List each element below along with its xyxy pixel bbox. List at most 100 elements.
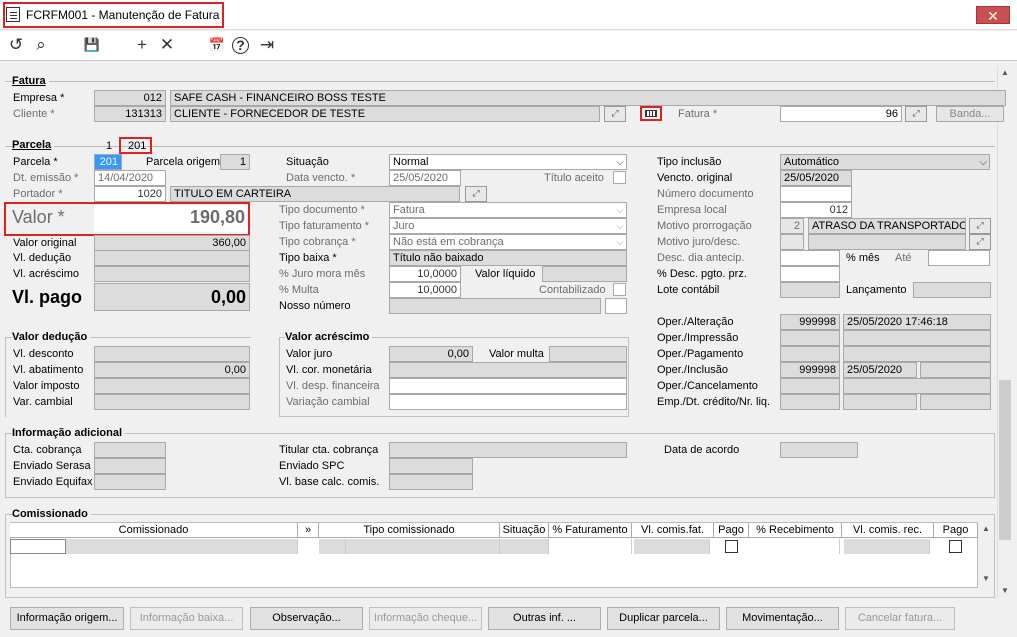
- empresa-code-field[interactable]: 012: [94, 90, 166, 106]
- info-baixa-button[interactable]: Informação baixa...: [130, 607, 243, 630]
- col-pct-recebimento[interactable]: % Recebimento: [749, 523, 842, 538]
- cancel-icon[interactable]: ✕: [156, 34, 178, 56]
- duplicar-parcela-button[interactable]: Duplicar parcela...: [607, 607, 720, 630]
- oper-alteracao-date: 25/05/2020 17:46:18: [843, 314, 991, 330]
- vl-pago-field: 0,00: [94, 283, 250, 311]
- emissao-field[interactable]: 14/04/2020: [94, 170, 166, 186]
- search-icon[interactable]: ⌕: [30, 34, 52, 56]
- variacao-cambial-field[interactable]: [389, 394, 627, 410]
- pct-faturamento-cell[interactable]: [549, 539, 632, 554]
- multa-label: % Multa: [279, 284, 319, 296]
- cliente-lookup-button[interactable]: ⤢: [604, 106, 626, 122]
- oper-cancelamento-date: [843, 378, 991, 394]
- numero-doc-field[interactable]: [780, 186, 852, 202]
- exit-icon[interactable]: ⇥: [256, 34, 278, 56]
- oper-pagamento-label: Oper./Pagamento: [657, 348, 744, 360]
- desc-antecip-field[interactable]: [780, 250, 840, 266]
- cancelar-fatura-button[interactable]: Cancelar fatura...: [845, 607, 955, 630]
- help-icon[interactable]: ?: [232, 37, 249, 54]
- motivo-prorr-code-field[interactable]: 2: [780, 218, 804, 234]
- situacao-select[interactable]: Normal ⌵: [389, 154, 627, 170]
- motivo-juro-lookup-button[interactable]: ⤢: [969, 234, 991, 250]
- col-vl-comis-rec[interactable]: Vl. comis. rec.: [842, 523, 934, 538]
- grid-icon[interactable]: [645, 110, 657, 117]
- multa-field[interactable]: 10,0000: [389, 282, 461, 298]
- var-cambial-field: [94, 394, 250, 410]
- ate-label: Até: [895, 252, 912, 264]
- titulo-aceito-checkbox[interactable]: [613, 171, 626, 184]
- comissionado-name-cell: [66, 539, 298, 554]
- calendar-icon[interactable]: 📅: [206, 34, 228, 56]
- nosso-numero-digit-field[interactable]: [605, 298, 627, 314]
- vencto-field[interactable]: 25/05/2020: [389, 170, 461, 186]
- contabilizado-checkbox[interactable]: [613, 283, 626, 296]
- col-expand[interactable]: »: [298, 523, 319, 538]
- desp-financeira-field[interactable]: [389, 378, 627, 394]
- pago-fat-checkbox[interactable]: [725, 540, 738, 553]
- col-pct-faturamento[interactable]: % Faturamento: [549, 523, 632, 538]
- comissionado-code-cell[interactable]: [10, 539, 66, 554]
- fatura-lookup-button[interactable]: ⤢: [905, 106, 927, 122]
- juro-mora-field[interactable]: 10,0000: [389, 266, 461, 282]
- cliente-code-field[interactable]: 131313: [94, 106, 166, 122]
- vl-pago-label: Vl. pago: [12, 287, 83, 307]
- fatura-number-field[interactable]: 96: [780, 106, 902, 122]
- empresa-name-field: SAFE CASH - FINANCEIRO BOSS TESTE: [170, 90, 1006, 106]
- scrollbar-thumb[interactable]: [999, 380, 1011, 540]
- valor-imposto-field: [94, 378, 250, 394]
- grid-scroll-up-icon[interactable]: ▲: [978, 524, 994, 533]
- valor-original-field: 360,00: [94, 235, 250, 251]
- add-icon[interactable]: +: [131, 34, 153, 56]
- ate-field[interactable]: [928, 250, 990, 266]
- tipo-doc-select[interactable]: Fatura ⌵: [389, 202, 627, 218]
- pct-recebimento-cell[interactable]: [752, 539, 840, 554]
- tipo-cob-select[interactable]: Não está em cobrança ⌵: [389, 234, 627, 250]
- desc-pgto-field[interactable]: [780, 266, 840, 282]
- empresa-local-label: Empresa local: [657, 204, 727, 216]
- info-origem-button[interactable]: Informação origem...: [10, 607, 124, 630]
- equifax-label: Enviado Equifax: [13, 476, 93, 488]
- title-highlight-box: [3, 2, 224, 28]
- tipo-fat-label: Tipo faturamento *: [279, 220, 370, 232]
- motivo-juro-code-field[interactable]: [780, 234, 804, 250]
- motivo-prorr-lookup-button[interactable]: ⤢: [969, 218, 991, 234]
- grid-scroll-down-icon[interactable]: ▼: [978, 574, 994, 583]
- tipo-cob-value: Não está em cobrança: [393, 236, 504, 248]
- portador-code-field[interactable]: 1020: [94, 186, 166, 202]
- col-situacao[interactable]: Situação: [500, 523, 549, 538]
- col-vl-comis-fat[interactable]: Vl. comis.fat.: [632, 523, 714, 538]
- info-cheque-button[interactable]: Informação cheque...: [369, 607, 482, 630]
- valor-multa-label: Valor multa: [489, 348, 544, 360]
- chevron-down-icon: ⌵: [616, 205, 624, 216]
- portador-lookup-button[interactable]: ⤢: [465, 186, 487, 202]
- spc-field: [389, 458, 473, 474]
- titular-label: Titular cta. cobrança: [279, 444, 379, 456]
- col-pago-fat[interactable]: Pago: [714, 523, 749, 538]
- save-icon[interactable]: 💾: [81, 34, 103, 56]
- close-window-button[interactable]: ✕: [976, 6, 1010, 24]
- col-pago-rec[interactable]: Pago: [934, 523, 978, 538]
- parcela-field[interactable]: 201: [94, 154, 122, 170]
- vl-acrescimo-label: Vl. acréscimo: [13, 268, 80, 280]
- scroll-down-arrow-icon[interactable]: ▼: [997, 586, 1013, 595]
- tipo-code-cell[interactable]: [319, 539, 346, 554]
- group-divider: [5, 146, 995, 147]
- empresa-local-field[interactable]: 012: [780, 202, 852, 218]
- cor-monetaria-field: [389, 362, 627, 378]
- col-tipo-comissionado[interactable]: Tipo comissionado: [319, 523, 500, 538]
- col-comissionado[interactable]: Comissionado: [10, 523, 298, 538]
- var-cambial-label: Var. cambial: [13, 396, 73, 408]
- scroll-up-arrow-icon[interactable]: ▲: [997, 68, 1013, 77]
- observacao-button[interactable]: Observação...: [250, 607, 363, 630]
- valor-field[interactable]: 190,80: [94, 205, 248, 232]
- outras-inf-button[interactable]: Outras inf. ...: [488, 607, 601, 630]
- undo-icon[interactable]: ↺: [5, 34, 27, 56]
- tipo-fat-select[interactable]: Juro ⌵: [389, 218, 627, 234]
- oper-alteracao-label: Oper./Alteração: [657, 316, 734, 328]
- pago-rec-checkbox[interactable]: [949, 540, 962, 553]
- banda-button[interactable]: Banda...: [936, 106, 1004, 122]
- oper-impressao-user: [780, 330, 840, 346]
- tipo-inclusao-select[interactable]: Automático ⌵: [780, 154, 990, 170]
- movimentacao-button[interactable]: Movimentação...: [726, 607, 839, 630]
- spc-label: Enviado SPC: [279, 460, 345, 472]
